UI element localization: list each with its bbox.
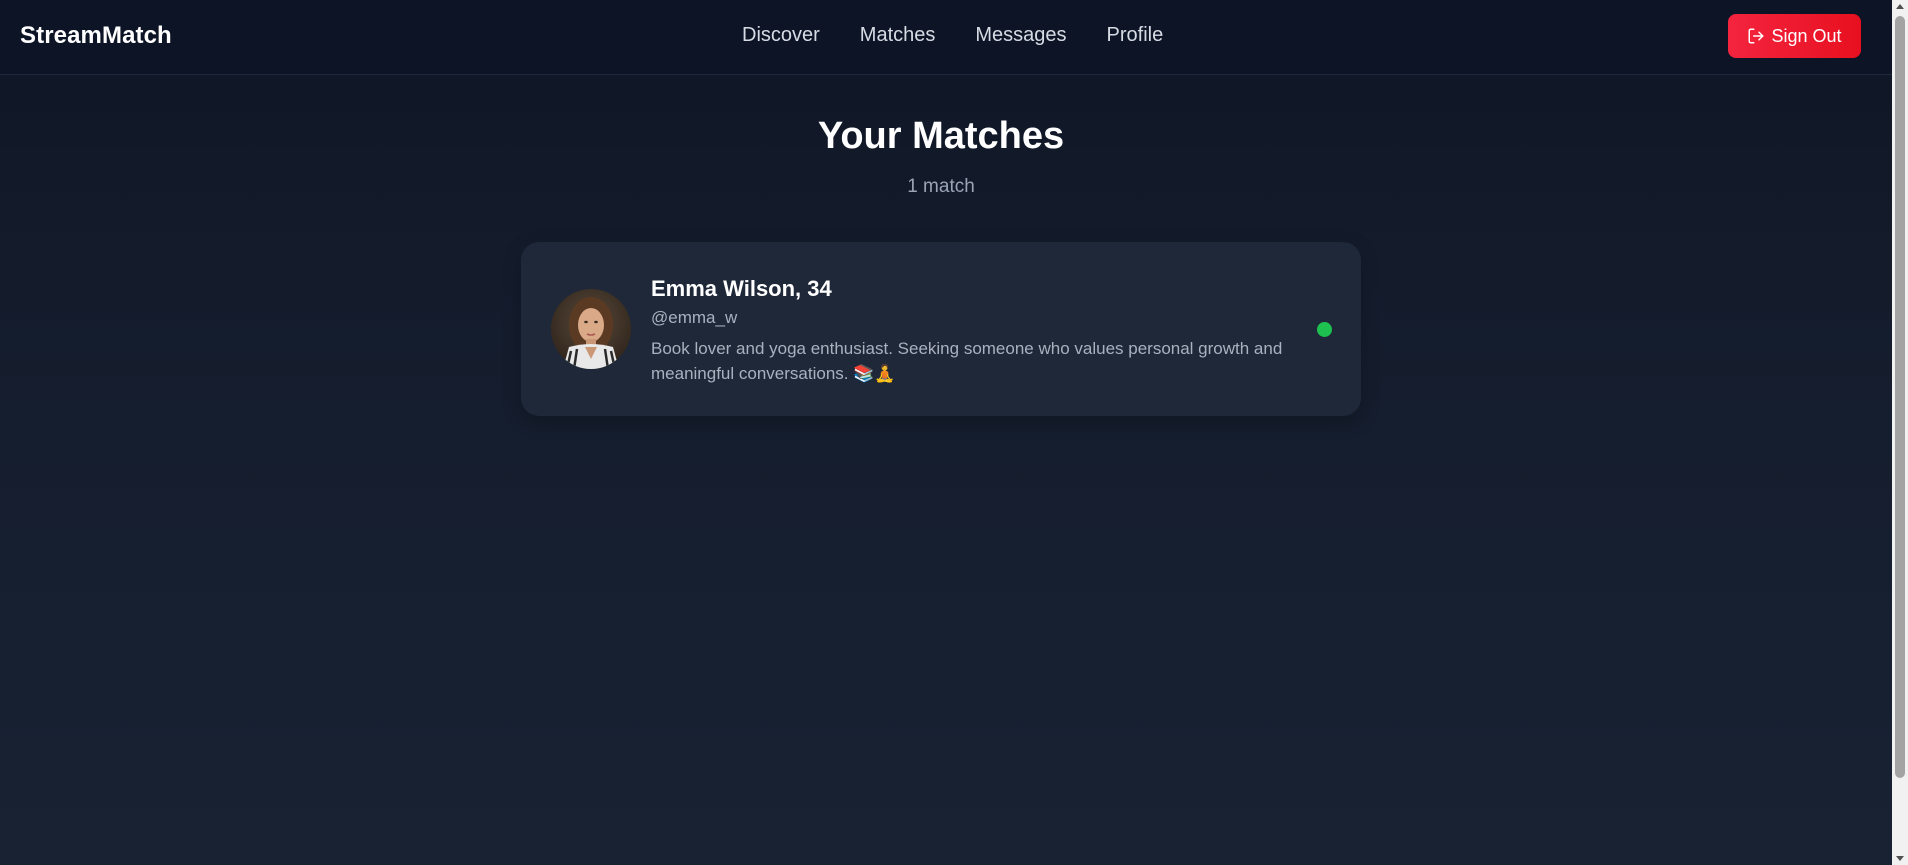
- scroll-up-arrow-icon[interactable]: [1896, 4, 1904, 9]
- page-title: Your Matches: [817, 115, 1065, 157]
- app-root: StreamMatch Discover Matches Messages Pr…: [0, 0, 1892, 865]
- match-name-age[interactable]: Emma Wilson, 34: [651, 276, 832, 302]
- match-card[interactable]: Emma Wilson, 34 @emma_w Book lover and y…: [521, 242, 1361, 416]
- match-handle: @emma_w: [651, 308, 738, 327]
- sign-out-label: Sign Out: [1771, 25, 1842, 46]
- scroll-thumb[interactable]: [1895, 16, 1905, 778]
- match-bio: Book lover and yoga enthusiast. Seeking …: [651, 339, 1283, 383]
- scroll-down-arrow-icon[interactable]: [1896, 856, 1904, 861]
- match-count: 1 match: [907, 176, 975, 197]
- top-navbar: StreamMatch Discover Matches Messages Pr…: [0, 0, 1892, 75]
- brand-logo[interactable]: StreamMatch: [20, 22, 172, 50]
- avatar[interactable]: [551, 289, 631, 369]
- main-nav: Discover Matches Messages Profile: [742, 24, 1163, 47]
- nav-item-profile[interactable]: Profile: [1107, 24, 1164, 47]
- nav-item-discover[interactable]: Discover: [742, 24, 820, 47]
- sign-out-icon: [1747, 27, 1765, 45]
- nav-item-matches[interactable]: Matches: [860, 24, 936, 47]
- online-status-icon: [1317, 322, 1332, 337]
- sign-out-button[interactable]: Sign Out: [1728, 14, 1861, 58]
- vertical-scrollbar[interactable]: [1892, 0, 1908, 865]
- nav-item-messages[interactable]: Messages: [975, 24, 1066, 47]
